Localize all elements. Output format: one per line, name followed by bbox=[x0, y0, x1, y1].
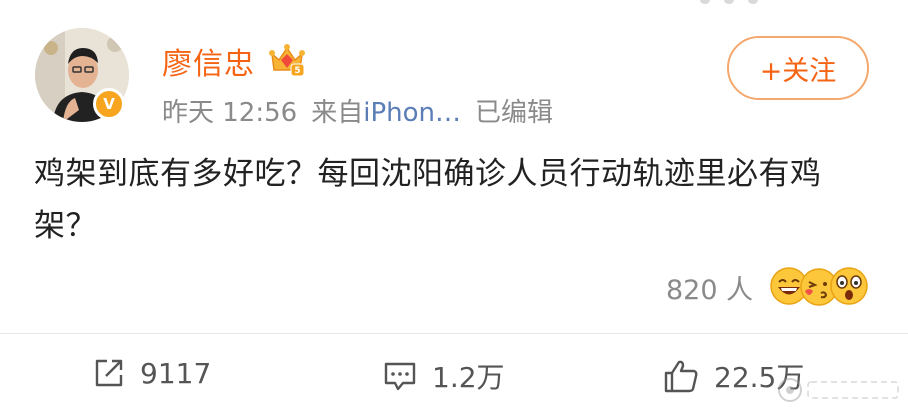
verified-badge-icon: V bbox=[93, 88, 125, 120]
follow-button[interactable]: +关注 bbox=[727, 36, 869, 100]
svg-text:5: 5 bbox=[294, 66, 300, 76]
reactions[interactable]: 820 人 bbox=[666, 266, 869, 308]
crown-badge-icon[interactable]: 5 bbox=[267, 40, 307, 78]
top-overflow-dots bbox=[700, 0, 758, 4]
repost-icon bbox=[95, 359, 123, 387]
comment-button[interactable]: 1.2万 bbox=[382, 356, 505, 396]
action-bar: 9117 1.2万 22.5万 bbox=[0, 342, 908, 406]
post-text: 鸡架到底有多好吃？每回沈阳确诊人员行动轨迹里必有鸡架？ bbox=[34, 156, 822, 244]
comment-icon bbox=[384, 362, 416, 391]
avatar[interactable]: V bbox=[35, 28, 129, 122]
comment-count: 1.2万 bbox=[432, 361, 505, 394]
thumbs-up-icon bbox=[664, 360, 698, 393]
reaction-count: 820 人 bbox=[666, 274, 754, 306]
post-time: 昨天 12:56 bbox=[162, 98, 298, 128]
source-link[interactable]: iPhon… bbox=[363, 98, 461, 128]
post-meta: 昨天 12:56 来自iPhon… 已编辑 bbox=[162, 92, 553, 129]
edited-label: 已编辑 bbox=[475, 98, 554, 128]
surprised-emoji-icon bbox=[830, 267, 868, 305]
username[interactable]: 廖信忠 bbox=[162, 39, 255, 83]
divider bbox=[0, 333, 908, 334]
repost-count: 9117 bbox=[140, 356, 212, 390]
watermark bbox=[778, 378, 899, 402]
source-prefix: 来自 bbox=[311, 98, 364, 128]
reaction-emojis bbox=[769, 266, 869, 308]
repost-button[interactable]: 9117 bbox=[92, 356, 211, 390]
